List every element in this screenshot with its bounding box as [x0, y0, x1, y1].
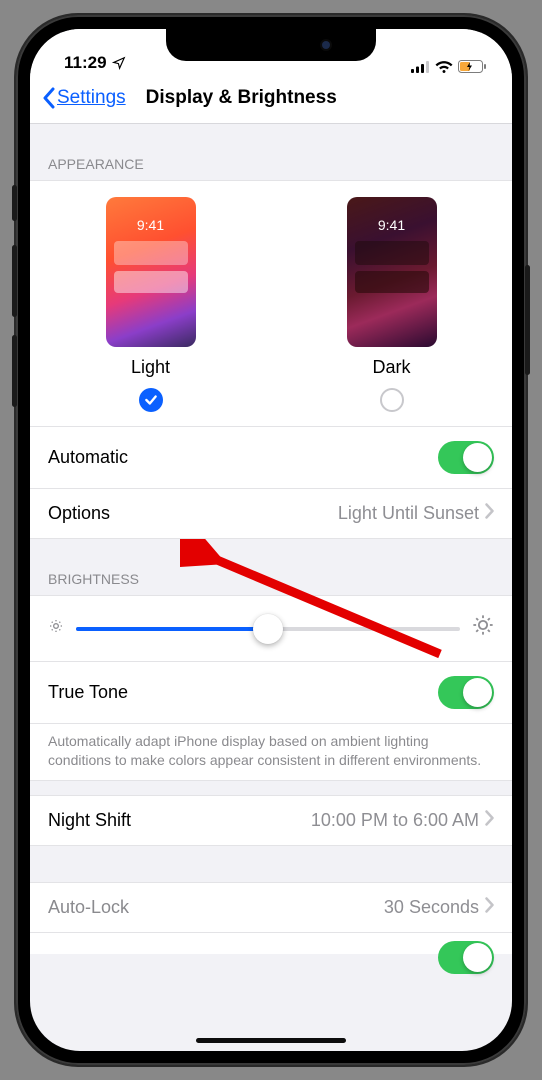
night-shift-value: 10:00 PM to 6:00 AM: [311, 810, 479, 831]
chevron-left-icon: [42, 87, 56, 109]
theme-dark[interactable]: 9:41 Dark: [347, 197, 437, 412]
night-shift-label: Night Shift: [48, 810, 131, 831]
side-button: [525, 265, 530, 375]
status-left: 11:29: [56, 53, 126, 73]
brightness-fill: [76, 627, 268, 631]
battery-icon: [458, 60, 486, 73]
row-true-tone: True Tone: [30, 661, 512, 723]
options-label: Options: [48, 503, 110, 524]
partial-toggle[interactable]: [438, 941, 494, 974]
automatic-toggle[interactable]: [438, 441, 494, 474]
brightness-header: BRIGHTNESS: [30, 539, 512, 595]
preview-time: 9:41: [106, 217, 196, 233]
wifi-icon: [435, 60, 453, 73]
automatic-label: Automatic: [48, 447, 128, 468]
page-title: Display & Brightness: [126, 87, 500, 109]
notch: [166, 29, 376, 61]
volume-down-button: [12, 335, 17, 407]
screen: 11:29 Settings Display & Brightness APPE…: [30, 29, 512, 1051]
nav-bar: Settings Display & Brightness: [30, 75, 512, 124]
options-value-wrap: Light Until Sunset: [338, 503, 494, 524]
phone-frame: 11:29 Settings Display & Brightness APPE…: [16, 15, 526, 1065]
preview-time: 9:41: [347, 217, 437, 233]
back-label: Settings: [57, 87, 126, 109]
chevron-right-icon: [485, 897, 494, 918]
theme-light-label: Light: [131, 357, 170, 378]
row-partial-bottom: [30, 932, 512, 954]
theme-light-radio[interactable]: [139, 388, 163, 412]
location-icon: [112, 56, 126, 70]
row-night-shift[interactable]: Night Shift 10:00 PM to 6:00 AM: [30, 795, 512, 846]
row-automatic: Automatic: [30, 426, 512, 488]
front-camera: [322, 41, 330, 49]
true-tone-footnote: Automatically adapt iPhone display based…: [30, 723, 512, 781]
status-time: 11:29: [64, 53, 107, 73]
options-value: Light Until Sunset: [338, 503, 479, 524]
brightness-slider-row: [30, 595, 512, 661]
back-button[interactable]: Settings: [42, 87, 126, 109]
brightness-slider[interactable]: [76, 627, 460, 631]
auto-lock-value-wrap: 30 Seconds: [384, 897, 494, 918]
theme-light[interactable]: 9:41 Light: [106, 197, 196, 412]
sun-min-icon: [48, 618, 64, 639]
status-right: [411, 60, 486, 73]
chevron-right-icon: [485, 810, 494, 831]
theme-dark-radio[interactable]: [380, 388, 404, 412]
chevron-right-icon: [485, 503, 494, 524]
brightness-thumb[interactable]: [253, 614, 283, 644]
appearance-header: APPEARANCE: [30, 124, 512, 180]
row-auto-lock[interactable]: Auto-Lock 30 Seconds: [30, 882, 512, 932]
theme-dark-preview: 9:41: [347, 197, 437, 347]
home-indicator[interactable]: [196, 1038, 346, 1043]
mute-switch: [12, 185, 17, 221]
sun-max-icon: [472, 614, 494, 643]
night-shift-value-wrap: 10:00 PM to 6:00 AM: [311, 810, 494, 831]
theme-dark-label: Dark: [372, 357, 410, 378]
auto-lock-value: 30 Seconds: [384, 897, 479, 918]
row-options[interactable]: Options Light Until Sunset: [30, 488, 512, 539]
volume-up-button: [12, 245, 17, 317]
true-tone-toggle[interactable]: [438, 676, 494, 709]
true-tone-label: True Tone: [48, 682, 128, 703]
auto-lock-label: Auto-Lock: [48, 897, 129, 918]
appearance-section: 9:41 Light 9:41 Dark: [30, 180, 512, 426]
theme-light-preview: 9:41: [106, 197, 196, 347]
cellular-icon: [411, 61, 430, 73]
checkmark-icon: [144, 393, 158, 407]
